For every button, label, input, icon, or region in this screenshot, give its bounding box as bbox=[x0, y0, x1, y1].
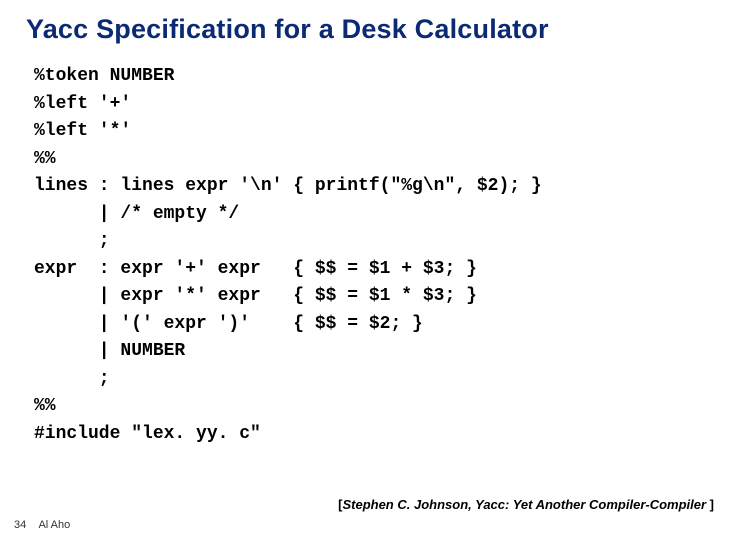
citation-text: Stephen C. Johnson, Yacc: Yet Another Co… bbox=[342, 497, 709, 512]
citation: [Stephen C. Johnson, Yacc: Yet Another C… bbox=[338, 497, 714, 512]
citation-close-bracket: ] bbox=[710, 497, 714, 512]
footer-author: Al Aho bbox=[38, 519, 70, 531]
yacc-code-block: %token NUMBER %left '+' %left '*' %% lin… bbox=[34, 63, 714, 448]
page-number: 34 bbox=[14, 519, 36, 531]
slide-footer: 34 Al Aho bbox=[14, 519, 70, 531]
slide: Yacc Specification for a Desk Calculator… bbox=[0, 0, 734, 540]
slide-title: Yacc Specification for a Desk Calculator bbox=[26, 14, 714, 45]
